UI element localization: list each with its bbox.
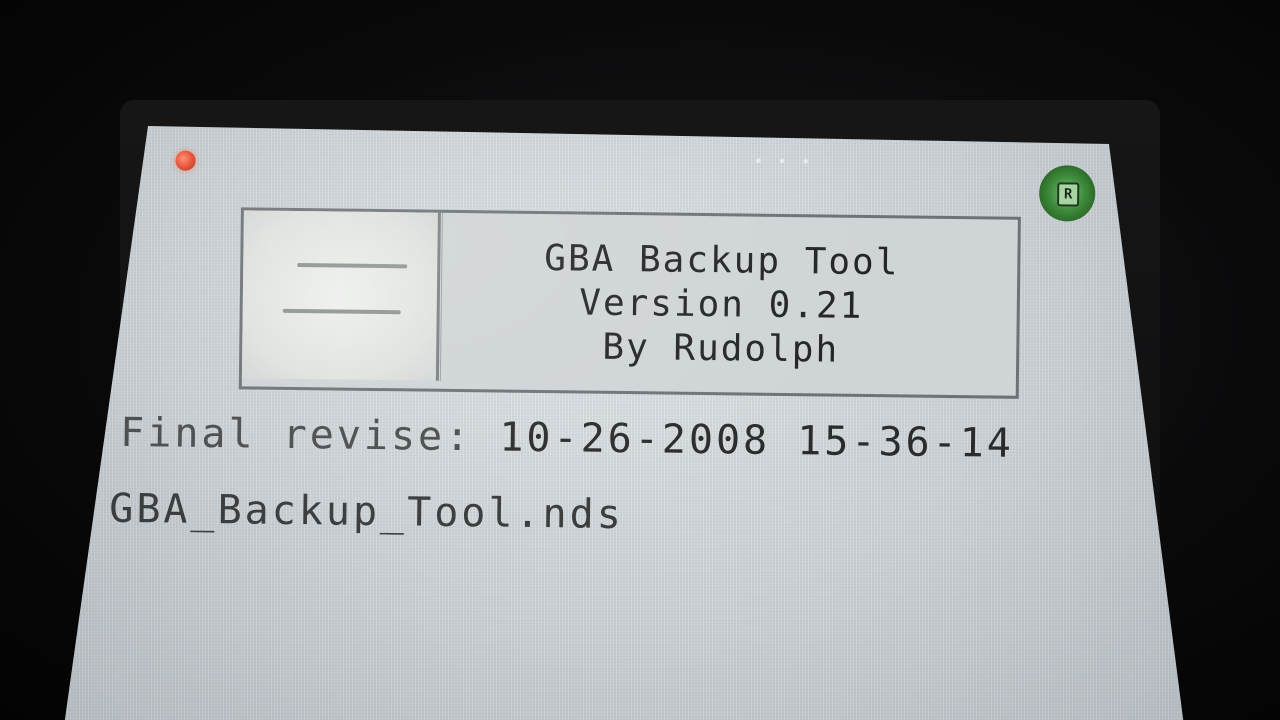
app-header-banner: GBA Backup Tool Version 0.21 By Rudolph <box>238 207 1021 399</box>
speaker-holes: ••• <box>753 151 825 172</box>
app-header-text: GBA Backup Tool Version 0.21 By Rudolph <box>439 212 1002 388</box>
photo-background: ••• R GBA Backup Tool Version 0.21 By Ru… <box>0 0 1280 720</box>
r-button-label: R <box>1057 182 1080 207</box>
revise-value: 10-26-2008 15-36-14 <box>499 414 1015 467</box>
app-version: Version 0.21 <box>579 282 864 327</box>
revise-info: Final revise: 10-26-2008 15-36-14 <box>120 410 1014 467</box>
ds-screen: ••• R GBA Backup Tool Version 0.21 By Ru… <box>64 126 1184 720</box>
rom-filename: GBA_Backup_Tool.nds <box>109 485 625 539</box>
r-button-icon[interactable]: R <box>1038 165 1096 222</box>
power-led-icon <box>175 150 196 171</box>
icon-stripe-bottom <box>282 308 401 315</box>
app-author: By Rudolph <box>602 326 840 371</box>
icon-stripe-top <box>297 263 408 269</box>
app-title: GBA Backup Tool <box>544 238 900 284</box>
screen-content: ••• R GBA Backup Tool Version 0.21 By Ru… <box>64 126 1184 720</box>
cartridge-icon <box>241 210 441 381</box>
revise-label: Final revise: <box>119 409 473 461</box>
